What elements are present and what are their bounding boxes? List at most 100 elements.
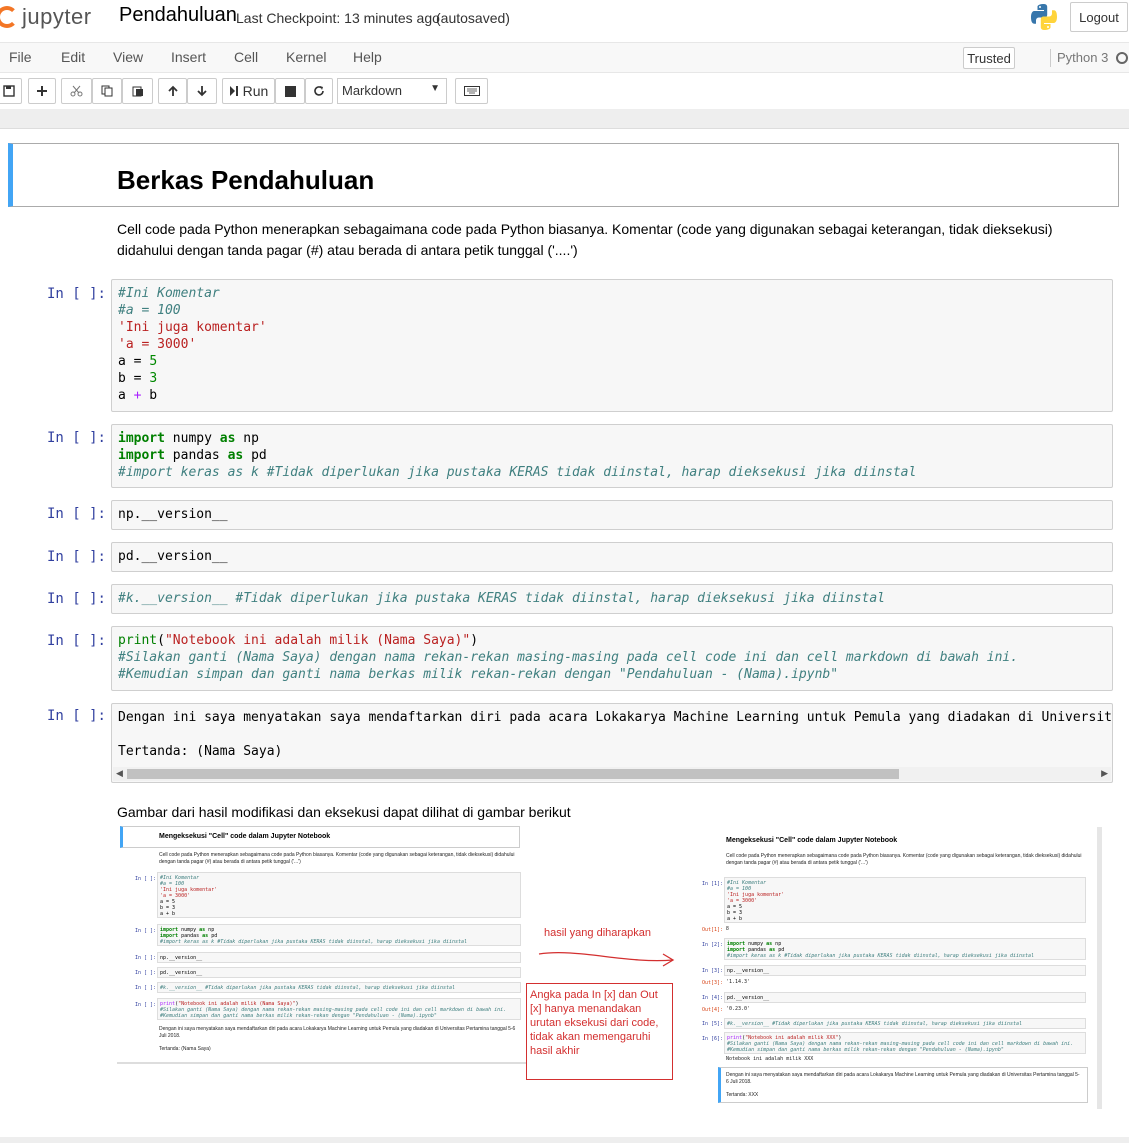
mini-code: #Ini Komentar #a = 100 'Ini juga komenta…	[724, 877, 1086, 923]
menu-view[interactable]: View	[113, 49, 143, 65]
cut-icon	[70, 85, 83, 97]
menu-kernel[interactable]: Kernel	[286, 49, 326, 65]
command-palette-button[interactable]	[455, 78, 488, 104]
run-button[interactable]: Run	[222, 78, 275, 104]
python-logo-icon	[1031, 4, 1057, 30]
stop-icon	[284, 85, 296, 97]
code-cell-3[interactable]: np.__version__	[111, 500, 1113, 530]
cut-button[interactable]	[61, 78, 92, 104]
intro-paragraph: Cell code pada Python menerapkan sebagai…	[117, 221, 1053, 258]
autosave-status: (autosaved)	[436, 10, 510, 26]
mini-prompt: In [1]:	[702, 881, 724, 887]
mini-prompt: In [ ]:	[135, 876, 157, 882]
code-line: import numpy as np	[118, 431, 259, 446]
header: jupyter Pendahuluan Last Checkpoint: 13 …	[0, 0, 1129, 42]
move-down-button[interactable]	[187, 78, 217, 104]
cell-type-value: Markdown	[342, 83, 402, 98]
paste-icon	[132, 86, 143, 97]
jupyter-logo[interactable]: jupyter	[0, 4, 92, 30]
cell-prompt: In [ ]:	[46, 708, 106, 724]
mini-code: #k.__version__ #Tidak diperlukan jika pu…	[157, 982, 521, 993]
menu-insert[interactable]: Insert	[171, 49, 206, 65]
logout-button[interactable]: Logout	[1070, 2, 1128, 32]
mini-prompt: In [4]:	[702, 995, 724, 1001]
copy-button[interactable]	[92, 78, 122, 104]
notebook-name[interactable]: Pendahuluan	[119, 4, 237, 27]
cell-prompt: In [ ]:	[46, 430, 106, 446]
save-icon	[3, 85, 15, 97]
mini-out-prompt: Out[1]:	[702, 927, 724, 933]
mini-title: Mengeksekusi "Cell" code dalam Jupyter N…	[159, 833, 331, 840]
mini-code: import numpy as np import pandas as pd #…	[724, 938, 1086, 960]
code-cell-4[interactable]: pd.__version__	[111, 542, 1113, 572]
menu-help[interactable]: Help	[353, 49, 382, 65]
scroll-right-icon[interactable]: ▶	[1101, 768, 1108, 779]
menu-file[interactable]: File	[9, 49, 32, 65]
menu-bar: File Edit View Insert Cell Kernel Help T…	[0, 42, 1129, 73]
code-cell-6[interactable]: print("Notebook ini adalah milik (Nama S…	[111, 626, 1113, 691]
kernel-name: Python 3	[1057, 50, 1109, 65]
code-line: 'a = 3000'	[118, 337, 197, 352]
mini-prompt: In [5]:	[702, 1021, 724, 1027]
mini-prompt: In [ ]:	[135, 970, 157, 976]
cell-type-select[interactable]: Markdown ▼	[337, 78, 447, 104]
mini-prompt: In [ ]:	[135, 985, 157, 991]
restart-button[interactable]	[305, 78, 333, 104]
paste-button[interactable]	[122, 78, 153, 104]
mini-code: np.__version__	[157, 952, 521, 963]
mini-paragraph: Tertanda: (Nama Saya)	[159, 1046, 211, 1052]
cell-prompt: In [ ]:	[46, 549, 106, 565]
mini-code: #Ini Komentar #a = 100 'Ini juga komenta…	[157, 872, 521, 918]
arrow-label: hasil yang diharapkan	[544, 927, 652, 939]
code-line: Dengan ini saya menyatakan saya mendafta…	[118, 710, 1113, 725]
code-line: #a = 100	[118, 303, 181, 318]
mini-prompt: In [2]:	[702, 942, 724, 948]
horizontal-scrollbar[interactable]: ◀ ▶	[113, 767, 1111, 781]
kernel-idle-icon	[1116, 52, 1128, 64]
copy-icon	[101, 85, 113, 97]
mini-output: '0.23.0'	[726, 1006, 751, 1012]
insert-cell-button[interactable]	[28, 78, 56, 104]
code-line: pd.__version__	[118, 549, 228, 564]
save-button[interactable]	[0, 78, 22, 104]
mini-title: Mengeksekusi "Cell" code dalam Jupyter N…	[726, 837, 898, 844]
menu-edit[interactable]: Edit	[61, 49, 85, 65]
mini-prompt: In [ ]:	[135, 955, 157, 961]
mini-paragraph: Cell code pada Python menerapkan sebagai…	[159, 852, 515, 865]
mini-output: Notebook ini adalah milik XXX	[726, 1056, 814, 1062]
mini-prompt: In [ ]:	[135, 928, 157, 934]
interrupt-button[interactable]	[275, 78, 305, 104]
mini-paragraph: Dengan ini saya menyatakan saya mendafta…	[159, 1026, 516, 1039]
cell-prompt: In [ ]:	[46, 591, 106, 607]
code-line: #import keras as k #Tidak diperlukan jik…	[118, 465, 917, 480]
code-line: #k.__version__ #Tidak diperlukan jika pu…	[118, 591, 886, 606]
image-caption: Gambar dari hasil modifikasi dan eksekus…	[117, 804, 571, 820]
mini-output: 8	[726, 926, 729, 932]
scroll-left-icon[interactable]: ◀	[116, 768, 123, 779]
code-cell-1[interactable]: #Ini Komentar #a = 100 'Ini juga komenta…	[111, 279, 1113, 412]
notebook-heading: Berkas Pendahuluan	[117, 165, 375, 195]
kernel-separator	[1050, 49, 1051, 67]
mini-prompt: In [3]:	[702, 968, 724, 974]
mini-out-prompt: Out[3]:	[702, 980, 724, 986]
scrollbar-thumb[interactable]	[127, 769, 899, 779]
notebook-container: Berkas Pendahuluan Cell code pada Python…	[0, 129, 1129, 1143]
menu-cell[interactable]: Cell	[234, 49, 258, 65]
trusted-indicator[interactable]: Trusted	[963, 47, 1015, 69]
mini-out-prompt: Out[4]:	[702, 1007, 724, 1013]
arrow-down-icon	[197, 86, 207, 97]
move-up-button[interactable]	[158, 78, 187, 104]
code-line: a = 5	[118, 354, 158, 369]
code-cell-5[interactable]: #k.__version__ #Tidak diperlukan jika pu…	[111, 584, 1113, 614]
code-line: a + b	[118, 388, 158, 403]
before-notebook-thumbnail: Mengeksekusi "Cell" code dalam Jupyter N…	[117, 824, 527, 1064]
mini-paragraph: Tertanda: XXX	[726, 1092, 759, 1098]
cell-prompt: In [ ]:	[46, 633, 106, 649]
cell-prompt: In [ ]:	[46, 286, 106, 302]
logo-text: jupyter	[22, 4, 92, 29]
code-cell-2[interactable]: import numpy as np import pandas as pd #…	[111, 424, 1113, 488]
mini-prompt: In [ ]:	[135, 1002, 157, 1008]
embedded-screenshot-image: Mengeksekusi "Cell" code dalam Jupyter N…	[117, 824, 1102, 1109]
annotation-note: Angka pada In [x] dan Out [x] hanya mena…	[526, 983, 673, 1080]
code-line: b = 3	[118, 371, 158, 386]
